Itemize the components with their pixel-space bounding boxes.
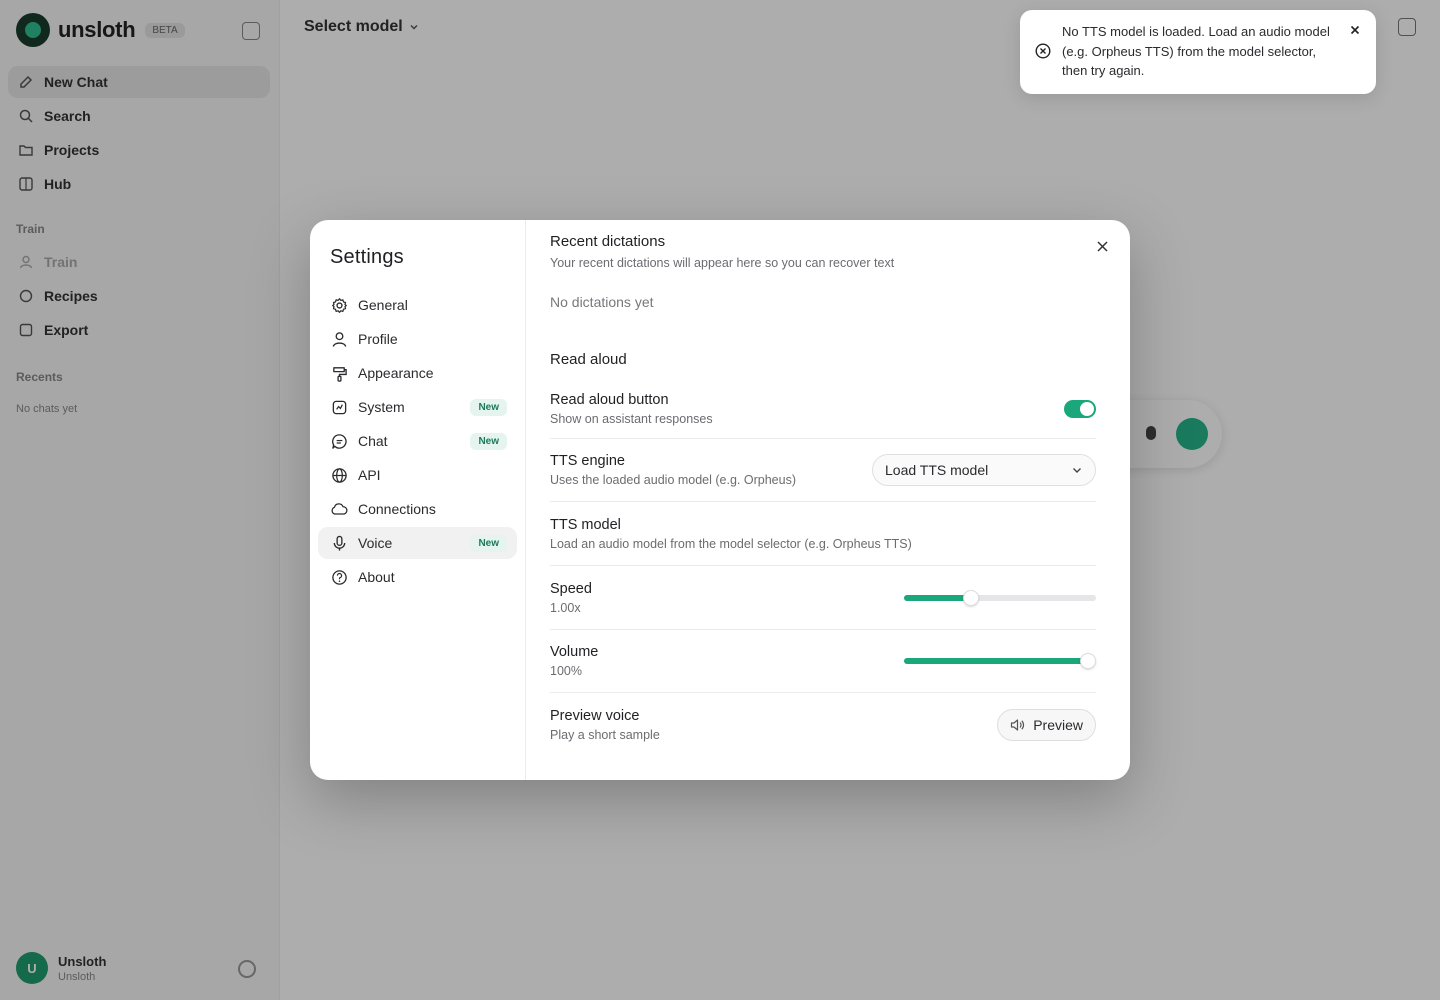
recent-dictations-title: Recent dictations: [550, 233, 666, 250]
settings-title: Settings: [330, 246, 404, 268]
preview-voice-title: Preview voice: [550, 707, 640, 724]
mic-icon: [330, 534, 348, 552]
new-badge: New: [470, 534, 507, 552]
speed-row: Speed 1.00x: [550, 566, 1096, 630]
help-icon: [330, 568, 348, 586]
speed-slider-thumb[interactable]: [963, 589, 980, 606]
settings-nav-api[interactable]: API: [318, 459, 517, 491]
settings-nav-label: Connections: [358, 501, 436, 517]
settings-nav-chat[interactable]: Chat New: [318, 425, 517, 457]
settings-nav-voice[interactable]: Voice New: [318, 527, 517, 559]
error-toast: No TTS model is loaded. Load an audio mo…: [1020, 10, 1376, 94]
settings-nav-label: General: [358, 297, 408, 313]
paintbrush-icon: [330, 364, 348, 382]
new-badge: New: [470, 432, 507, 450]
volume-slider-fill: [904, 658, 1089, 664]
tts-engine-select[interactable]: Load TTS model: [872, 454, 1096, 486]
toast-message: No TTS model is loaded. Load an audio mo…: [1062, 24, 1330, 78]
read-aloud-button-title: Read aloud button: [550, 392, 669, 408]
cloud-icon: [330, 500, 348, 518]
speed-title: Speed: [550, 580, 592, 597]
cpu-icon: [330, 398, 348, 416]
volume-title: Volume: [550, 644, 599, 660]
volume-value: 100%: [550, 664, 582, 678]
tts-engine-title: TTS engine: [550, 453, 625, 469]
voice-settings-panel: Recent dictations Your recent dictations…: [526, 220, 1130, 780]
settings-nav-label: API: [358, 467, 381, 483]
preview-voice-desc: Play a short sample: [550, 727, 660, 742]
chat-icon: [330, 432, 348, 450]
speed-slider-fill: [904, 594, 972, 601]
settings-nav-general[interactable]: General: [318, 289, 517, 321]
tts-engine-desc: Uses the loaded audio model (e.g. Orpheu…: [550, 473, 796, 487]
tts-model-title: TTS model: [550, 516, 621, 533]
tts-model-desc: Load an audio model from the model selec…: [550, 536, 912, 551]
tts-model-row: TTS model Load an audio model from the m…: [550, 502, 1096, 566]
settings-nav-profile[interactable]: Profile: [318, 323, 517, 355]
volume-slider-thumb[interactable]: [1080, 653, 1097, 669]
settings-nav-label: Profile: [358, 331, 398, 347]
settings-nav-label: System: [358, 399, 405, 415]
speaker-icon: [1011, 718, 1025, 731]
speed-slider[interactable]: [904, 589, 1096, 606]
settings-nav-label: Voice: [358, 535, 393, 551]
tts-engine-select-value: Load TTS model: [885, 462, 989, 478]
gear-icon: [330, 296, 348, 314]
recent-dictations-empty: No dictations yet: [550, 294, 654, 310]
globe-icon: [330, 466, 348, 484]
preview-voice-row: Preview voice Play a short sample Previe…: [550, 693, 1096, 756]
settings-nav: Settings General Profile Appearance Syst…: [310, 220, 526, 780]
preview-button[interactable]: Preview: [997, 708, 1096, 741]
settings-nav-label: Chat: [358, 433, 388, 449]
read-aloud-toggle[interactable]: [1064, 400, 1096, 418]
settings-dialog: Settings General Profile Appearance Syst…: [310, 220, 1130, 780]
volume-row: Volume 100%: [550, 630, 1097, 693]
settings-nav-appearance[interactable]: Appearance: [318, 357, 517, 389]
preview-button-label: Preview: [1033, 716, 1083, 733]
settings-nav-label: Appearance: [358, 365, 434, 381]
new-badge: New: [470, 398, 507, 416]
settings-nav-label: About: [358, 569, 395, 585]
recent-dictations-header: Recent dictations Your recent dictations…: [550, 233, 894, 270]
read-aloud-title: Read aloud: [550, 351, 627, 368]
read-aloud-button-desc: Show on assistant responses: [550, 412, 713, 426]
read-aloud-button-row: Read aloud button Show on assistant resp…: [550, 380, 1096, 439]
recent-dictations-subtitle: Your recent dictations will appear here …: [550, 256, 895, 270]
user-icon: [330, 330, 348, 348]
speed-value: 1.00x: [550, 600, 581, 615]
tts-engine-row: TTS engine Uses the loaded audio model (…: [550, 439, 1096, 502]
volume-slider[interactable]: [904, 653, 1097, 669]
settings-nav-system[interactable]: System New: [318, 391, 517, 423]
close-icon[interactable]: [1094, 238, 1110, 254]
settings-nav-about[interactable]: About: [318, 561, 517, 593]
error-circle-icon: [1035, 43, 1051, 59]
chevron-down-icon: [1073, 468, 1081, 473]
toast-close-icon[interactable]: [1350, 22, 1362, 35]
settings-nav-connections[interactable]: Connections: [318, 493, 517, 525]
